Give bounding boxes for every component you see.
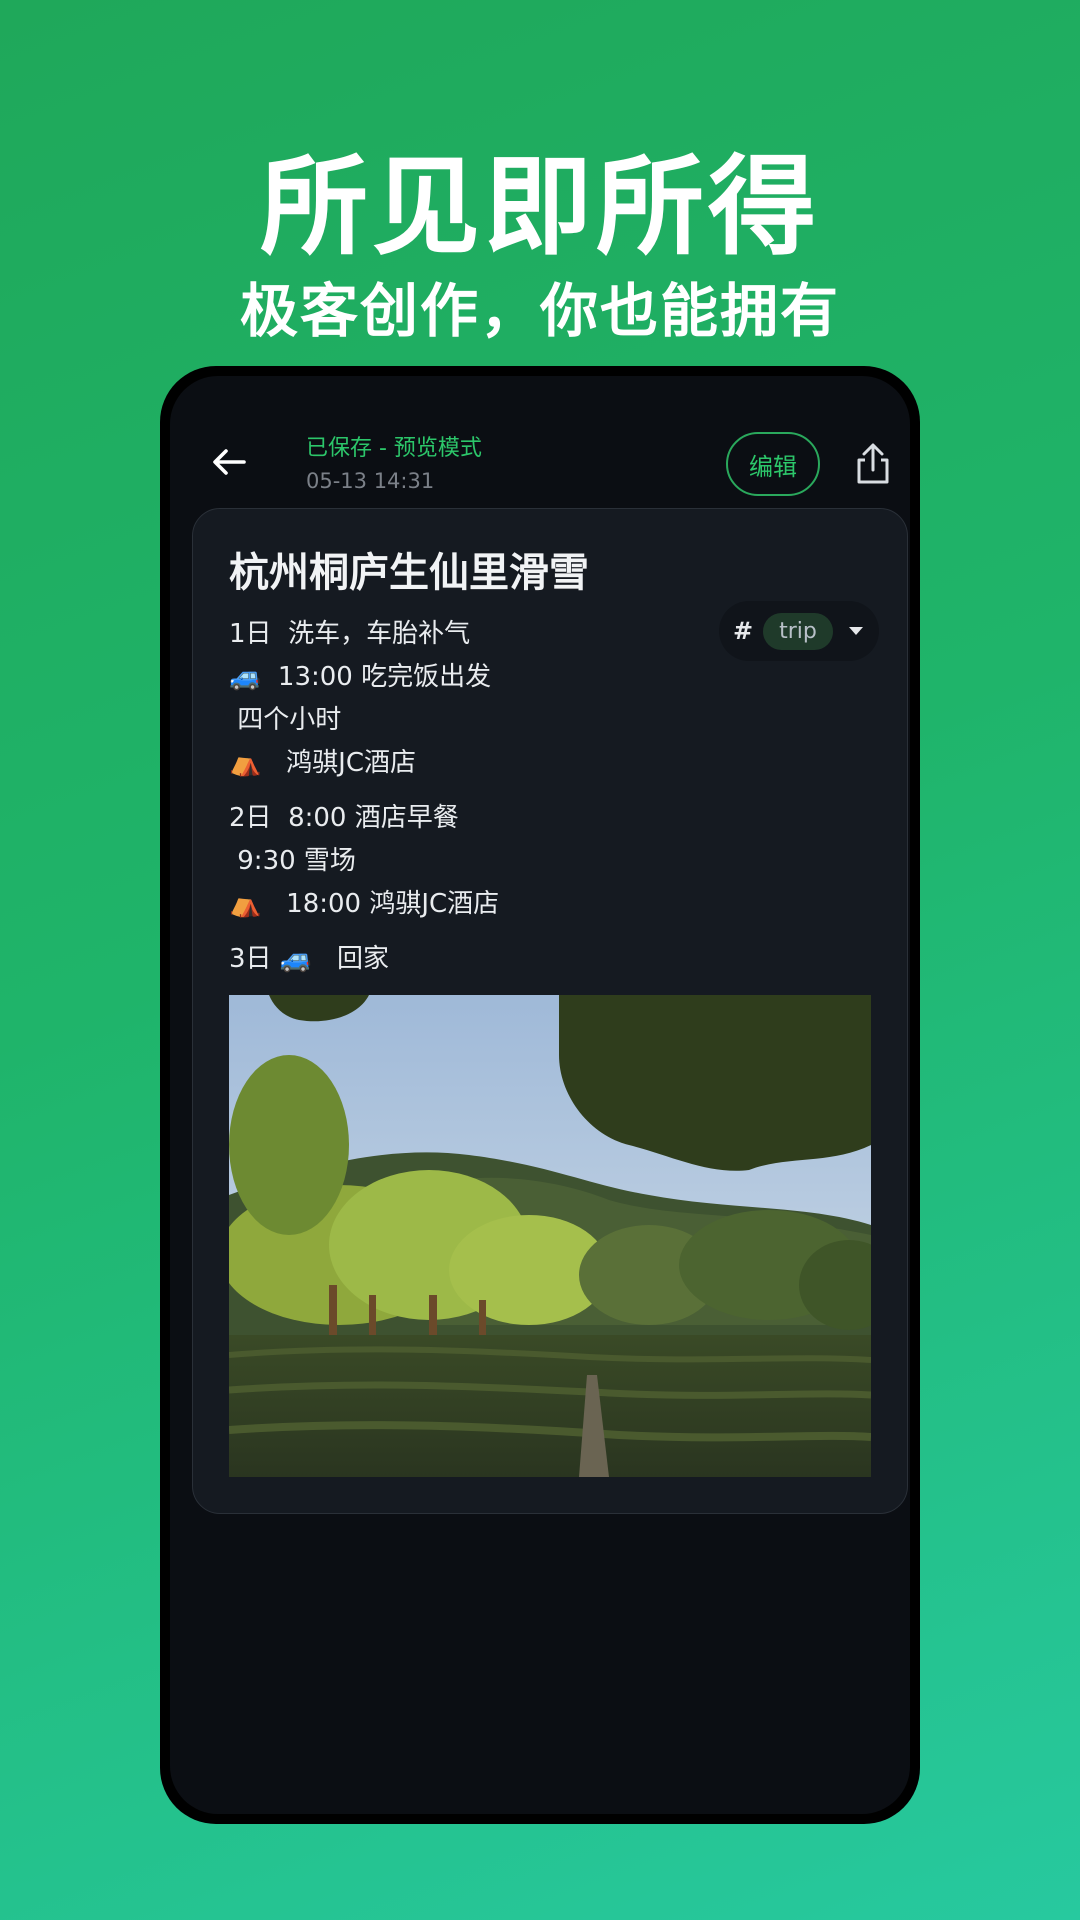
share-button[interactable]	[846, 436, 900, 492]
note-line: 2日 8:00 酒店早餐	[229, 803, 459, 833]
promo-subtitle: 极客创作，你也能拥有	[239, 277, 840, 345]
save-status: 已保存 - 预览模式 05-13 14:31	[306, 434, 482, 496]
landscape-photo-art	[229, 995, 871, 1477]
app-screen: 已保存 - 预览模式 05-13 14:31 编辑 杭州桐庐生仙里滑雪 # tr…	[170, 376, 910, 1814]
note-title: 杭州桐庐生仙里滑雪	[229, 550, 589, 596]
top-bar: 已保存 - 预览模式 05-13 14:31 编辑	[170, 376, 910, 516]
note-line: 9:30 雪场	[229, 846, 356, 876]
status-timestamp: 05-13 14:31	[306, 469, 435, 493]
landscape-photo[interactable]	[229, 995, 871, 1477]
share-icon	[857, 443, 889, 484]
note-body: 1日 洗车，车胎补气 🚙 13:00 吃完饭出发 四个小时 ⛺ 鸿骐JC酒店 2…	[229, 613, 889, 981]
note-line: ⛺ 18:00 鸿骐JC酒店	[229, 889, 500, 919]
note-line: 四个小时	[229, 705, 342, 735]
note-line: 3日 🚙 回家	[229, 944, 389, 974]
note-card: 杭州桐庐生仙里滑雪 # trip 1日 洗车，车胎补气 🚙 13:00 吃完饭出…	[192, 508, 908, 1514]
note-line: 🚙 13:00 吃完饭出发	[229, 662, 492, 692]
edit-button[interactable]: 编辑	[726, 432, 820, 496]
note-line: ⛺ 鸿骐JC酒店	[229, 748, 416, 778]
promo-title: 所见即所得	[259, 144, 820, 270]
status-text: 已保存 - 预览模式	[306, 436, 482, 461]
note-line: 1日 洗车，车胎补气	[229, 619, 471, 649]
phone-frame: 已保存 - 预览模式 05-13 14:31 编辑 杭州桐庐生仙里滑雪 # tr…	[160, 366, 920, 1824]
arrow-left-icon	[213, 449, 246, 475]
back-button[interactable]	[206, 438, 254, 486]
